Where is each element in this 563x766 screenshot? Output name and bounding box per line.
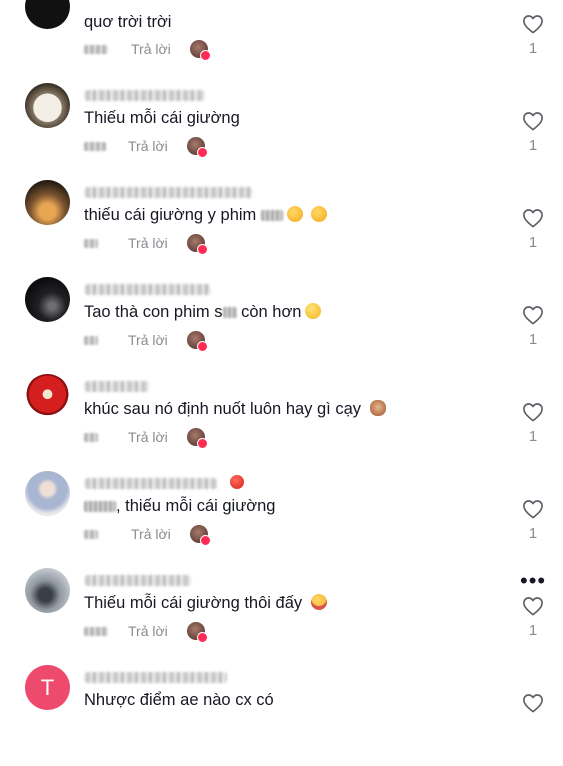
comment-text: thiếu cái giường y phim bbox=[84, 205, 328, 225]
comment-item: thiếu cái giường y phim Trả lời 1 bbox=[0, 180, 563, 281]
comment-item: , thiếu mỗi cái giường Trả lời 1 bbox=[0, 471, 563, 572]
like-count: 1 bbox=[528, 40, 538, 57]
reply-button[interactable]: Trả lời bbox=[128, 429, 168, 445]
timestamp bbox=[84, 45, 108, 54]
comment-meta: Trả lời bbox=[84, 234, 244, 255]
see-no-evil-monkey-emoji-icon bbox=[369, 400, 386, 416]
heart-outline-icon bbox=[523, 597, 543, 616]
comment-text: Thiếu mỗi cái giường bbox=[84, 109, 240, 127]
like-button[interactable]: 1 bbox=[518, 305, 548, 348]
like-count: 1 bbox=[528, 137, 538, 154]
avatar[interactable] bbox=[25, 277, 70, 322]
comment-text: Nhược điểm ae nào cx có bbox=[84, 691, 274, 709]
creator-avatar-heart-icon bbox=[187, 622, 208, 643]
heart-outline-icon bbox=[523, 209, 543, 228]
reply-button[interactable]: Trả lời bbox=[131, 526, 171, 542]
creator-avatar-heart-icon bbox=[187, 331, 208, 352]
timestamp bbox=[84, 627, 108, 636]
comment-meta: Trả lời bbox=[84, 525, 244, 546]
grimace-emoji-icon bbox=[305, 303, 322, 319]
timestamp bbox=[84, 433, 98, 442]
comment-text: quơ trời trời bbox=[84, 13, 172, 31]
timestamp bbox=[84, 239, 98, 248]
comment-item: khúc sau nó định nuốt luôn hay gì cạy Tr… bbox=[0, 374, 563, 475]
laughing-emoji-icon bbox=[310, 594, 327, 610]
timestamp bbox=[84, 530, 98, 539]
username[interactable] bbox=[85, 187, 253, 198]
comment-meta: Trả lời bbox=[84, 137, 244, 158]
avatar[interactable] bbox=[25, 568, 70, 613]
like-button[interactable]: 1 bbox=[518, 402, 548, 445]
like-count: 1 bbox=[528, 428, 538, 445]
comment-item: Thiếu mỗi cái giường thôi đấy Trả lời 1 bbox=[0, 568, 563, 669]
heart-outline-icon bbox=[523, 403, 543, 422]
like-count: 1 bbox=[528, 234, 538, 251]
username[interactable] bbox=[85, 284, 211, 295]
comment-text: khúc sau nó định nuốt luôn hay gì cạy bbox=[84, 399, 386, 419]
comment-text: Tao thà con phim s còn hơn bbox=[84, 302, 322, 322]
heart-outline-icon bbox=[523, 15, 543, 34]
like-button[interactable]: 1 bbox=[518, 111, 548, 154]
like-button[interactable]: 1 bbox=[518, 596, 548, 639]
like-button[interactable]: 1 bbox=[518, 14, 548, 57]
censored-text bbox=[84, 501, 116, 513]
username[interactable] bbox=[85, 381, 149, 392]
avatar[interactable] bbox=[25, 180, 70, 225]
reply-button[interactable]: Trả lời bbox=[131, 41, 171, 57]
censored-text bbox=[222, 307, 237, 319]
comment-meta: Trả lời bbox=[84, 40, 244, 61]
avatar[interactable] bbox=[25, 374, 70, 419]
avatar[interactable]: T bbox=[25, 665, 70, 710]
username[interactable] bbox=[85, 90, 205, 101]
comment-text: , thiếu mỗi cái giường bbox=[84, 496, 275, 516]
heart-outline-icon bbox=[523, 306, 543, 325]
reply-button[interactable]: Trả lời bbox=[128, 332, 168, 348]
username[interactable] bbox=[85, 672, 227, 683]
creator-avatar-heart-icon bbox=[187, 428, 208, 449]
username[interactable] bbox=[85, 575, 191, 586]
like-button[interactable]: 1 bbox=[518, 499, 548, 542]
comment-item: Tao thà con phim s còn hơn Trả lời 1 bbox=[0, 277, 563, 378]
censored-text bbox=[260, 210, 283, 222]
creator-avatar-heart-icon bbox=[187, 234, 208, 255]
creator-avatar-heart-icon bbox=[187, 137, 208, 158]
creator-avatar-heart-icon bbox=[190, 40, 211, 61]
reply-button[interactable]: Trả lời bbox=[128, 623, 168, 639]
avatar-letter: T bbox=[40, 674, 55, 700]
comment-meta: Trả lời bbox=[84, 331, 244, 352]
heart-outline-icon bbox=[523, 112, 543, 131]
comment-item: Thiếu mỗi cái giường Trả lời 1 bbox=[0, 83, 563, 184]
avatar[interactable] bbox=[25, 83, 70, 128]
reply-button[interactable]: Trả lời bbox=[128, 235, 168, 251]
comment-item: T Nhược điểm ae nào cx có bbox=[0, 665, 563, 766]
heart-outline-icon bbox=[523, 500, 543, 519]
avatar[interactable] bbox=[25, 0, 70, 29]
like-count: 1 bbox=[528, 525, 538, 542]
heart-outline-icon bbox=[523, 694, 543, 713]
like-count: 1 bbox=[528, 622, 538, 639]
like-button[interactable]: 1 bbox=[518, 208, 548, 251]
like-count: 1 bbox=[528, 331, 538, 348]
avatar[interactable] bbox=[25, 471, 70, 516]
comment-meta: Trả lời bbox=[84, 428, 244, 449]
angry-emoji-icon bbox=[230, 475, 244, 489]
comment-text: Thiếu mỗi cái giường thôi đấy bbox=[84, 593, 327, 613]
timestamp bbox=[84, 142, 106, 151]
pensive-emoji-icon bbox=[286, 206, 303, 222]
reply-button[interactable]: Trả lời bbox=[128, 138, 168, 154]
username[interactable] bbox=[85, 478, 217, 489]
comment-item: quơ trời trời Trả lời 1 bbox=[0, 0, 563, 87]
like-button[interactable] bbox=[518, 693, 548, 713]
comment-meta: Trả lời bbox=[84, 622, 244, 643]
timestamp bbox=[84, 336, 98, 345]
pensive-emoji-icon bbox=[311, 206, 328, 222]
creator-avatar-heart-icon bbox=[190, 525, 211, 546]
